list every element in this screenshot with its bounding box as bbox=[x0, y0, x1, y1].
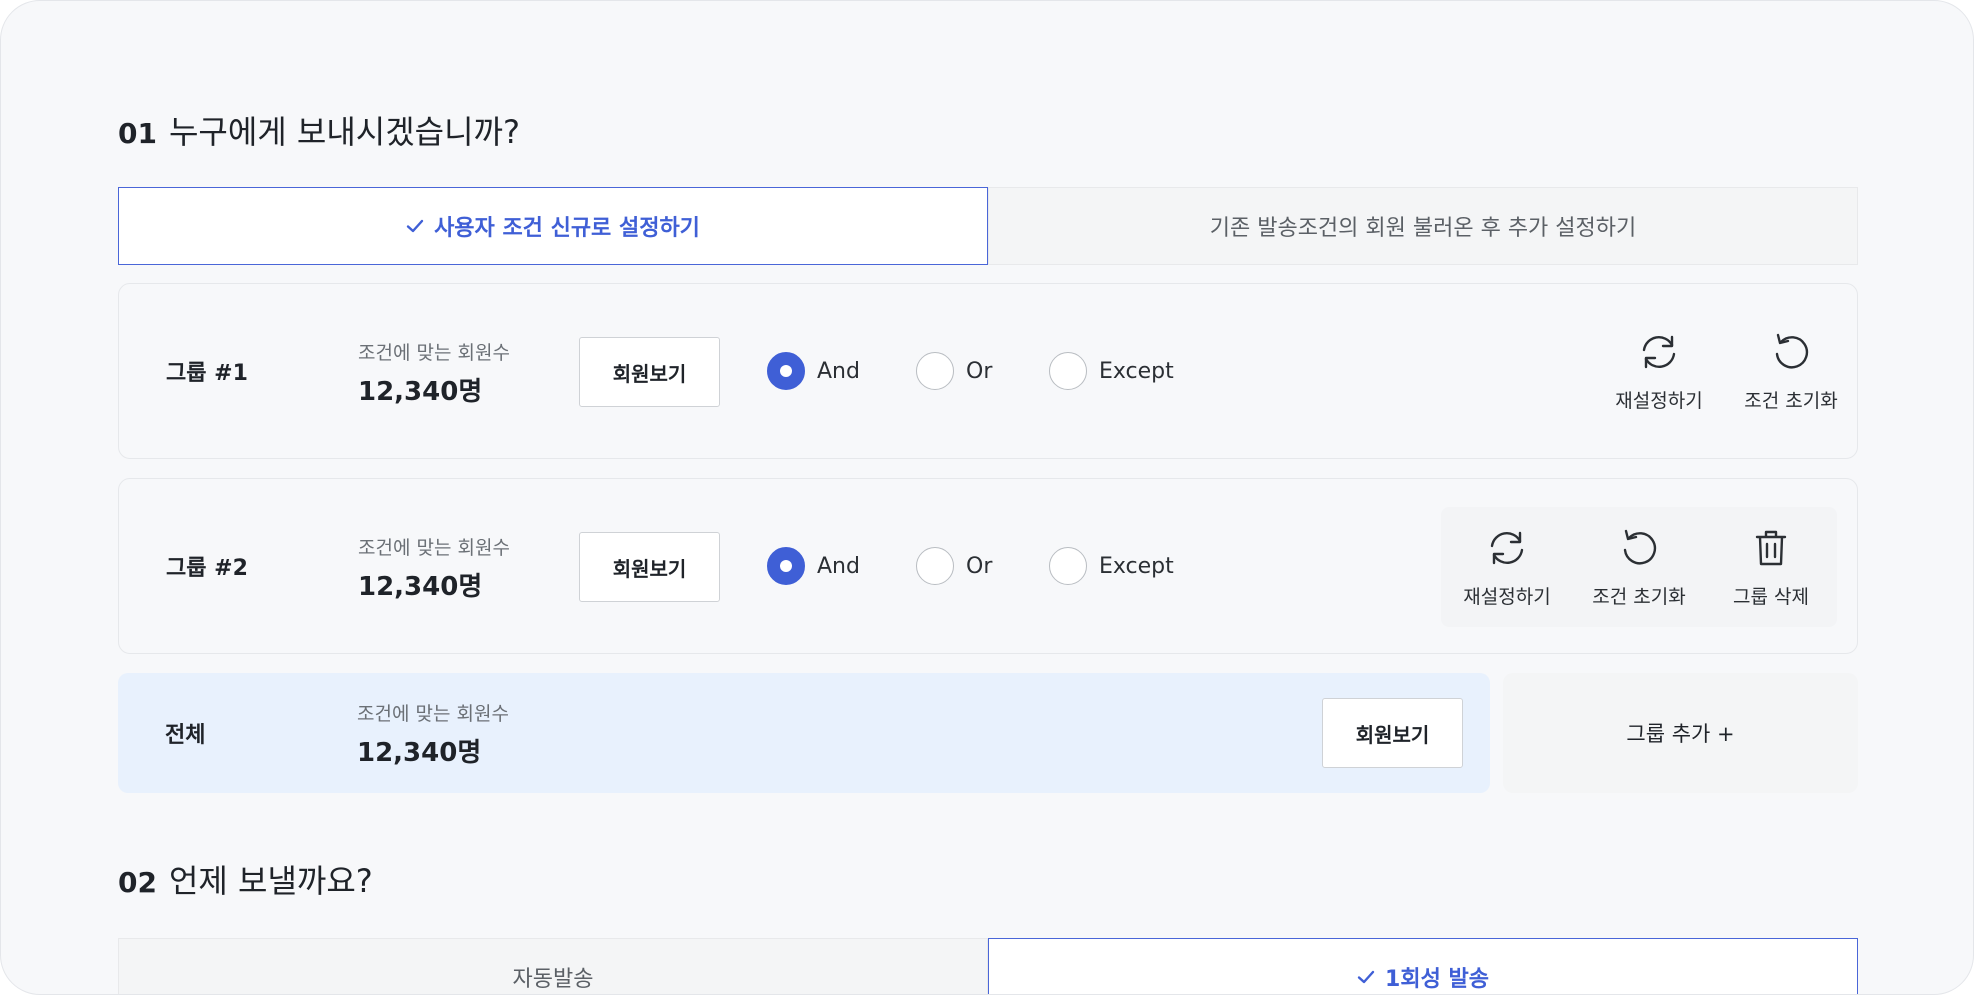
radio-or[interactable]: Or bbox=[916, 547, 992, 585]
group-actions: 재설정하기 조건 초기화 그룹 삭제 bbox=[1441, 507, 1837, 627]
reset-icon bbox=[1623, 529, 1657, 564]
refresh-icon bbox=[1490, 531, 1524, 564]
check-icon bbox=[406, 219, 424, 233]
reset-condition-button[interactable]: 조건 초기화 bbox=[1725, 284, 1857, 458]
radio-indicator[interactable] bbox=[1049, 547, 1087, 585]
radio-label: Except bbox=[1099, 358, 1174, 384]
reset-icon bbox=[1775, 333, 1809, 368]
seg-option-label: 1회성 발송 bbox=[1385, 967, 1489, 992]
member-count-label: 조건에 맞는 회원수 bbox=[358, 342, 510, 364]
group-name: 그룹 #1 bbox=[166, 361, 248, 386]
view-members-button[interactable]: 회원보기 bbox=[579, 532, 720, 602]
send-mode-segment: 자동발송 1회성 발송 bbox=[118, 938, 1858, 994]
seg-option-one-time-send[interactable]: 1회성 발송 bbox=[988, 938, 1858, 994]
action-label: 그룹 삭제 bbox=[1733, 585, 1809, 608]
member-count-value: 12,340명 bbox=[357, 738, 482, 768]
recipient-mode-segment: 사용자 조건 신규로 설정하기 기존 발송조건의 회원 불러온 후 추가 설정하… bbox=[118, 187, 1858, 265]
radio-except[interactable]: Except bbox=[1049, 547, 1174, 585]
member-count-label: 조건에 맞는 회원수 bbox=[357, 703, 509, 725]
section-title-recipients: 01 누구에게 보내시겠습니까? bbox=[118, 107, 520, 153]
member-count-label: 조건에 맞는 회원수 bbox=[358, 537, 510, 559]
reset-condition-button[interactable]: 조건 초기화 bbox=[1573, 507, 1705, 627]
member-count: 조건에 맞는 회원수 12,340명 bbox=[358, 533, 510, 603]
section-heading: 누구에게 보내시겠습니까? bbox=[168, 113, 520, 151]
group-actions: 재설정하기 조건 초기화 bbox=[1593, 284, 1857, 458]
radio-label: And bbox=[817, 553, 860, 579]
radio-and[interactable]: And bbox=[767, 547, 860, 585]
action-label: 조건 초기화 bbox=[1744, 389, 1838, 412]
radio-label: Except bbox=[1099, 553, 1174, 579]
seg-option-label: 기존 발송조건의 회원 불러온 후 추가 설정하기 bbox=[1209, 216, 1637, 241]
refresh-icon bbox=[1642, 335, 1676, 368]
total-row: 전체 조건에 맞는 회원수 12,340명 회원보기 bbox=[118, 673, 1490, 793]
member-count: 조건에 맞는 회원수 12,340명 bbox=[358, 338, 510, 408]
page-frame: 01 누구에게 보내시겠습니까? 사용자 조건 신규로 설정하기 기존 발송조건… bbox=[0, 0, 1974, 995]
reconfigure-button[interactable]: 재설정하기 bbox=[1593, 284, 1725, 458]
group-name: 그룹 #2 bbox=[166, 556, 248, 581]
radio-and[interactable]: And bbox=[767, 352, 860, 390]
action-label: 재설정하기 bbox=[1463, 585, 1551, 608]
reconfigure-button[interactable]: 재설정하기 bbox=[1441, 507, 1573, 627]
section-heading: 언제 보낼까요? bbox=[168, 862, 373, 900]
radio-or[interactable]: Or bbox=[916, 352, 992, 390]
check-icon bbox=[1357, 970, 1375, 984]
seg-option-auto-send[interactable]: 자동발송 bbox=[118, 938, 988, 994]
seg-option-new-condition[interactable]: 사용자 조건 신규로 설정하기 bbox=[118, 187, 988, 265]
group-row-2: 그룹 #2 조건에 맞는 회원수 12,340명 회원보기 And Or Exc… bbox=[118, 478, 1858, 654]
member-count: 조건에 맞는 회원수 12,340명 bbox=[357, 699, 509, 769]
radio-indicator[interactable] bbox=[916, 547, 954, 585]
radio-label: And bbox=[817, 358, 860, 384]
delete-group-button[interactable]: 그룹 삭제 bbox=[1705, 507, 1837, 627]
radio-except[interactable]: Except bbox=[1049, 352, 1174, 390]
view-members-button[interactable]: 회원보기 bbox=[579, 337, 720, 407]
section-number: 02 bbox=[118, 866, 157, 899]
radio-label: Or bbox=[966, 553, 993, 579]
seg-option-load-existing[interactable]: 기존 발송조건의 회원 불러온 후 추가 설정하기 bbox=[988, 187, 1858, 265]
radio-indicator[interactable] bbox=[1049, 352, 1087, 390]
trash-icon bbox=[1755, 530, 1787, 565]
radio-indicator[interactable] bbox=[767, 352, 805, 390]
member-count-value: 12,340명 bbox=[358, 377, 483, 407]
action-label: 조건 초기화 bbox=[1592, 585, 1686, 608]
group-row-1: 그룹 #1 조건에 맞는 회원수 12,340명 회원보기 And Or Exc… bbox=[118, 283, 1858, 459]
seg-option-label: 사용자 조건 신규로 설정하기 bbox=[434, 216, 700, 241]
radio-indicator[interactable] bbox=[916, 352, 954, 390]
add-group-button[interactable]: 그룹 추가 + bbox=[1503, 673, 1858, 793]
section-number: 01 bbox=[118, 117, 157, 150]
section-title-schedule: 02 언제 보낼까요? bbox=[118, 856, 373, 902]
action-label: 재설정하기 bbox=[1615, 389, 1703, 412]
seg-option-label: 자동발송 bbox=[512, 967, 594, 992]
view-members-button[interactable]: 회원보기 bbox=[1322, 698, 1463, 768]
radio-indicator[interactable] bbox=[767, 547, 805, 585]
radio-label: Or bbox=[966, 358, 993, 384]
total-name: 전체 bbox=[165, 723, 206, 748]
member-count-value: 12,340명 bbox=[358, 572, 483, 602]
